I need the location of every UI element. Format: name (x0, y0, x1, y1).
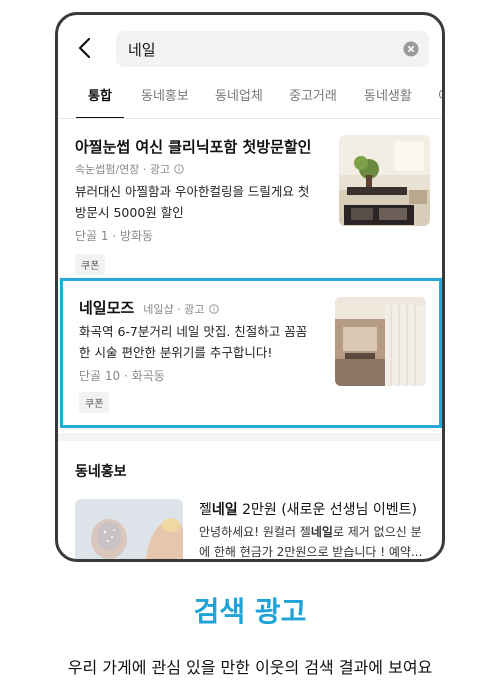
tab-local-promo[interactable]: 동네홍보 (141, 85, 189, 118)
result-description: 화곡역 6-7분거리 네일 맛집. 친절하고 꼼꼼 (79, 324, 308, 339)
highlighted-search-ad[interactable]: 네일모즈 네일샵 · 광고 화곡역 6-7분거리 네일 맛집. 친절하고 꼼꼼 … (60, 278, 442, 428)
promo-thumbnail (75, 499, 183, 559)
result-title: 아찔눈썹 여신 클리닉포함 첫방문할인 (75, 138, 312, 156)
result-thumbnail (339, 135, 430, 226)
tab-used-trade[interactable]: 중고거래 (289, 85, 337, 118)
section-divider (58, 433, 442, 441)
promo-description: 에 한해 현금가 2만원으로 받습니다 ! 예약... (199, 545, 423, 559)
result-description: 뷰러대신 아찔함과 우아한컬링을 드릴게요 첫 (75, 184, 310, 199)
promo-title: 2만원 (새로운 선생님 이벤트) (237, 502, 417, 518)
info-icon[interactable] (209, 304, 220, 314)
salon-interior-image (339, 135, 430, 226)
promo-title: 젤 (199, 502, 212, 518)
caption-title: 검색 광고 (193, 595, 307, 628)
tab-more[interactable]: 이 (438, 85, 442, 118)
search-query: 네일 (128, 41, 156, 59)
result-category: 네일샵 · 광고 (143, 303, 205, 316)
nail-art-image (75, 499, 183, 559)
back-arrow-icon[interactable] (76, 37, 94, 59)
result-description: 한 시술 편안한 분위기를 추구합니다! (79, 345, 273, 360)
promo-item[interactable]: 젤네일 2만원 (새로운 선생님 이벤트) 안녕하세요! 원컬러 젤네일로 제거… (58, 495, 442, 559)
promo-description-keyword: 네일 (310, 525, 333, 539)
promo-description: 로 제거 없으신 분 (332, 525, 422, 539)
caption-subtitle: 우리 가게에 관심 있을 만한 이웃의 검색 결과에 보여요 (67, 658, 433, 677)
coupon-badge: 쿠폰 (79, 392, 110, 413)
result-category: 속눈썹펌/연장 · 광고 (75, 163, 171, 176)
tab-all[interactable]: 통합 (76, 85, 124, 118)
nail-shop-interior-image (335, 297, 426, 386)
result-meta: 단골 10 · 화곡동 (79, 369, 165, 383)
promo-description: 안녕하세요! 원컬러 젤 (199, 525, 311, 539)
category-tabs: 통합 동네홍보 동네업체 중고거래 동네생활 이 (58, 77, 442, 119)
tab-local-business[interactable]: 동네업체 (215, 85, 263, 118)
tab-local-life[interactable]: 동네생활 (364, 85, 412, 118)
result-title: 네일모즈 (79, 299, 135, 317)
result-description: 방문시 5000원 할인 (75, 205, 184, 220)
search-result-item[interactable]: 아찔눈썹 여신 클리닉포함 첫방문할인 속눈썹펌/연장 · 광고 뷰러대신 아찔… (58, 119, 442, 279)
promo-title-keyword: 네일 (211, 502, 238, 518)
info-icon[interactable] (173, 164, 184, 174)
coupon-badge: 쿠폰 (75, 254, 106, 275)
search-input[interactable]: 네일 (116, 31, 429, 67)
search-bar: 네일 (58, 15, 442, 83)
section-title: 동네홍보 (75, 464, 127, 480)
result-thumbnail (335, 297, 426, 386)
result-meta: 단골 1 · 방화동 (75, 229, 154, 243)
clear-icon[interactable] (403, 41, 419, 57)
